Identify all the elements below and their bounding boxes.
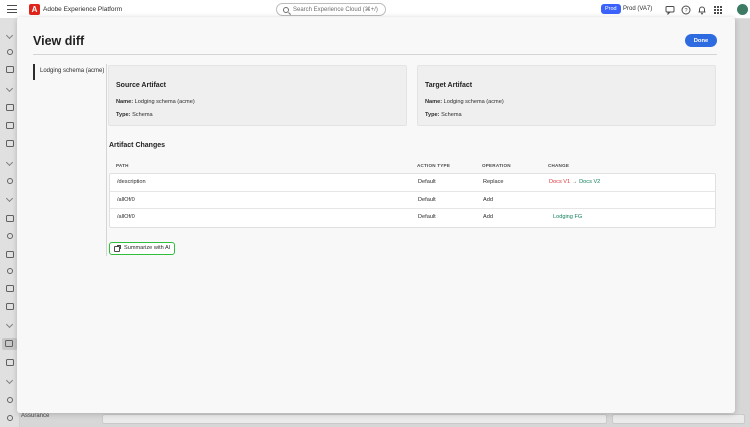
search-placeholder: Search Experience Cloud (⌘+/) (293, 7, 378, 13)
cell-action-type: Default (418, 196, 436, 203)
type-value: Schema (441, 112, 462, 118)
cell-path: /allOf/0 (117, 214, 135, 221)
search-input[interactable]: Search Experience Cloud (⌘+/) (276, 3, 386, 16)
target-artifact-title: Target Artifact (425, 82, 473, 89)
change-old-value: Docs V1 (549, 179, 571, 185)
change-new-value: Lodging FG (553, 214, 583, 221)
apps-grid-icon[interactable] (712, 4, 723, 15)
cell-path: /allOf/0 (117, 196, 135, 203)
artifact-side-nav: Lodging schema (acme) (33, 64, 107, 256)
cell-action-type: Default (418, 179, 436, 185)
name-label: Name: (116, 99, 134, 105)
user-avatar[interactable] (737, 4, 748, 15)
table-body: /description Default Replace Docs V1 → Doc… (109, 173, 716, 228)
sandbox-switcher[interactable]: Prod (VA7) (623, 4, 652, 14)
change-new-value: Docs V2 (579, 179, 601, 185)
arrow-right-icon: → (572, 179, 578, 185)
svg-text:?: ? (684, 8, 687, 14)
search-icon (283, 6, 289, 13)
source-artifact-name: Name: Lodging schema (acme) (116, 99, 195, 105)
artifact-changes-title: Artifact Changes (109, 142, 166, 149)
table-header: PATH ACTION TYPE OPERATION CHANGE (109, 158, 716, 173)
column-header-action-type[interactable]: ACTION TYPE (417, 163, 450, 168)
column-header-path[interactable]: PATH (116, 163, 129, 168)
side-nav-item-label: Lodging schema (acme) (40, 68, 105, 74)
side-nav-item-lodging-schema[interactable]: Lodging schema (acme) (33, 64, 107, 80)
cell-operation: Add (483, 214, 493, 221)
summarize-ai-icon (114, 244, 121, 252)
summarize-with-ai-button[interactable]: Summarize with AI (109, 242, 175, 255)
cell-path: /description (117, 179, 146, 185)
source-artifact-title: Source Artifact (116, 82, 166, 89)
name-value: Lodging schema (acme) (443, 99, 504, 105)
cell-action-type: Default (418, 214, 436, 221)
dialog-title: View diff (33, 34, 85, 48)
column-header-operation[interactable]: OPERATION (482, 163, 511, 168)
cell-change: Lodging FG (549, 214, 582, 220)
source-artifact-card: Source Artifact Name: Lodging schema (ac… (108, 65, 407, 126)
table-row[interactable]: /allOf/0 Default Add (110, 192, 715, 210)
view-diff-dialog: View diff Done Lodging schema (acme) Sou… (17, 17, 735, 413)
hamburger-menu-icon[interactable] (7, 5, 17, 14)
type-label: Type: (425, 112, 440, 118)
done-button[interactable]: Done (685, 34, 717, 47)
target-artifact-card: Target Artifact Name: Lodging schema (ac… (417, 65, 716, 126)
artifact-changes-table: PATH ACTION TYPE OPERATION CHANGE /descr… (109, 158, 716, 228)
type-value: Schema (132, 112, 153, 118)
target-artifact-type: Type: Schema (425, 112, 462, 118)
dialog-divider (33, 54, 717, 55)
column-header-change[interactable]: CHANGE (548, 163, 569, 168)
name-label: Name: (425, 99, 443, 105)
cell-change: Docs V1 → Docs V2 (549, 179, 600, 185)
cell-operation: Replace (483, 179, 504, 185)
brand-name: Adobe Experience Platform (43, 6, 123, 13)
help-icon[interactable]: ? (680, 4, 691, 15)
target-artifact-name: Name: Lodging schema (acme) (425, 99, 504, 105)
notifications-bell-icon[interactable] (696, 4, 707, 15)
table-row[interactable]: /allOf/0 Default Add Lodging FG (110, 209, 715, 227)
cell-change (549, 197, 553, 203)
name-value: Lodging schema (acme) (134, 99, 195, 105)
cell-operation: Add (483, 196, 493, 203)
summarize-with-ai-label: Summarize with AI (124, 245, 171, 251)
feedback-icon[interactable] (664, 4, 675, 15)
table-row[interactable]: /description Default Replace Docs V1 → Doc… (110, 174, 715, 192)
adobe-logo-icon: A (29, 4, 40, 15)
type-label: Type: (116, 112, 131, 118)
source-artifact-type: Type: Schema (116, 112, 153, 118)
environment-badge[interactable]: Prod (601, 4, 621, 14)
